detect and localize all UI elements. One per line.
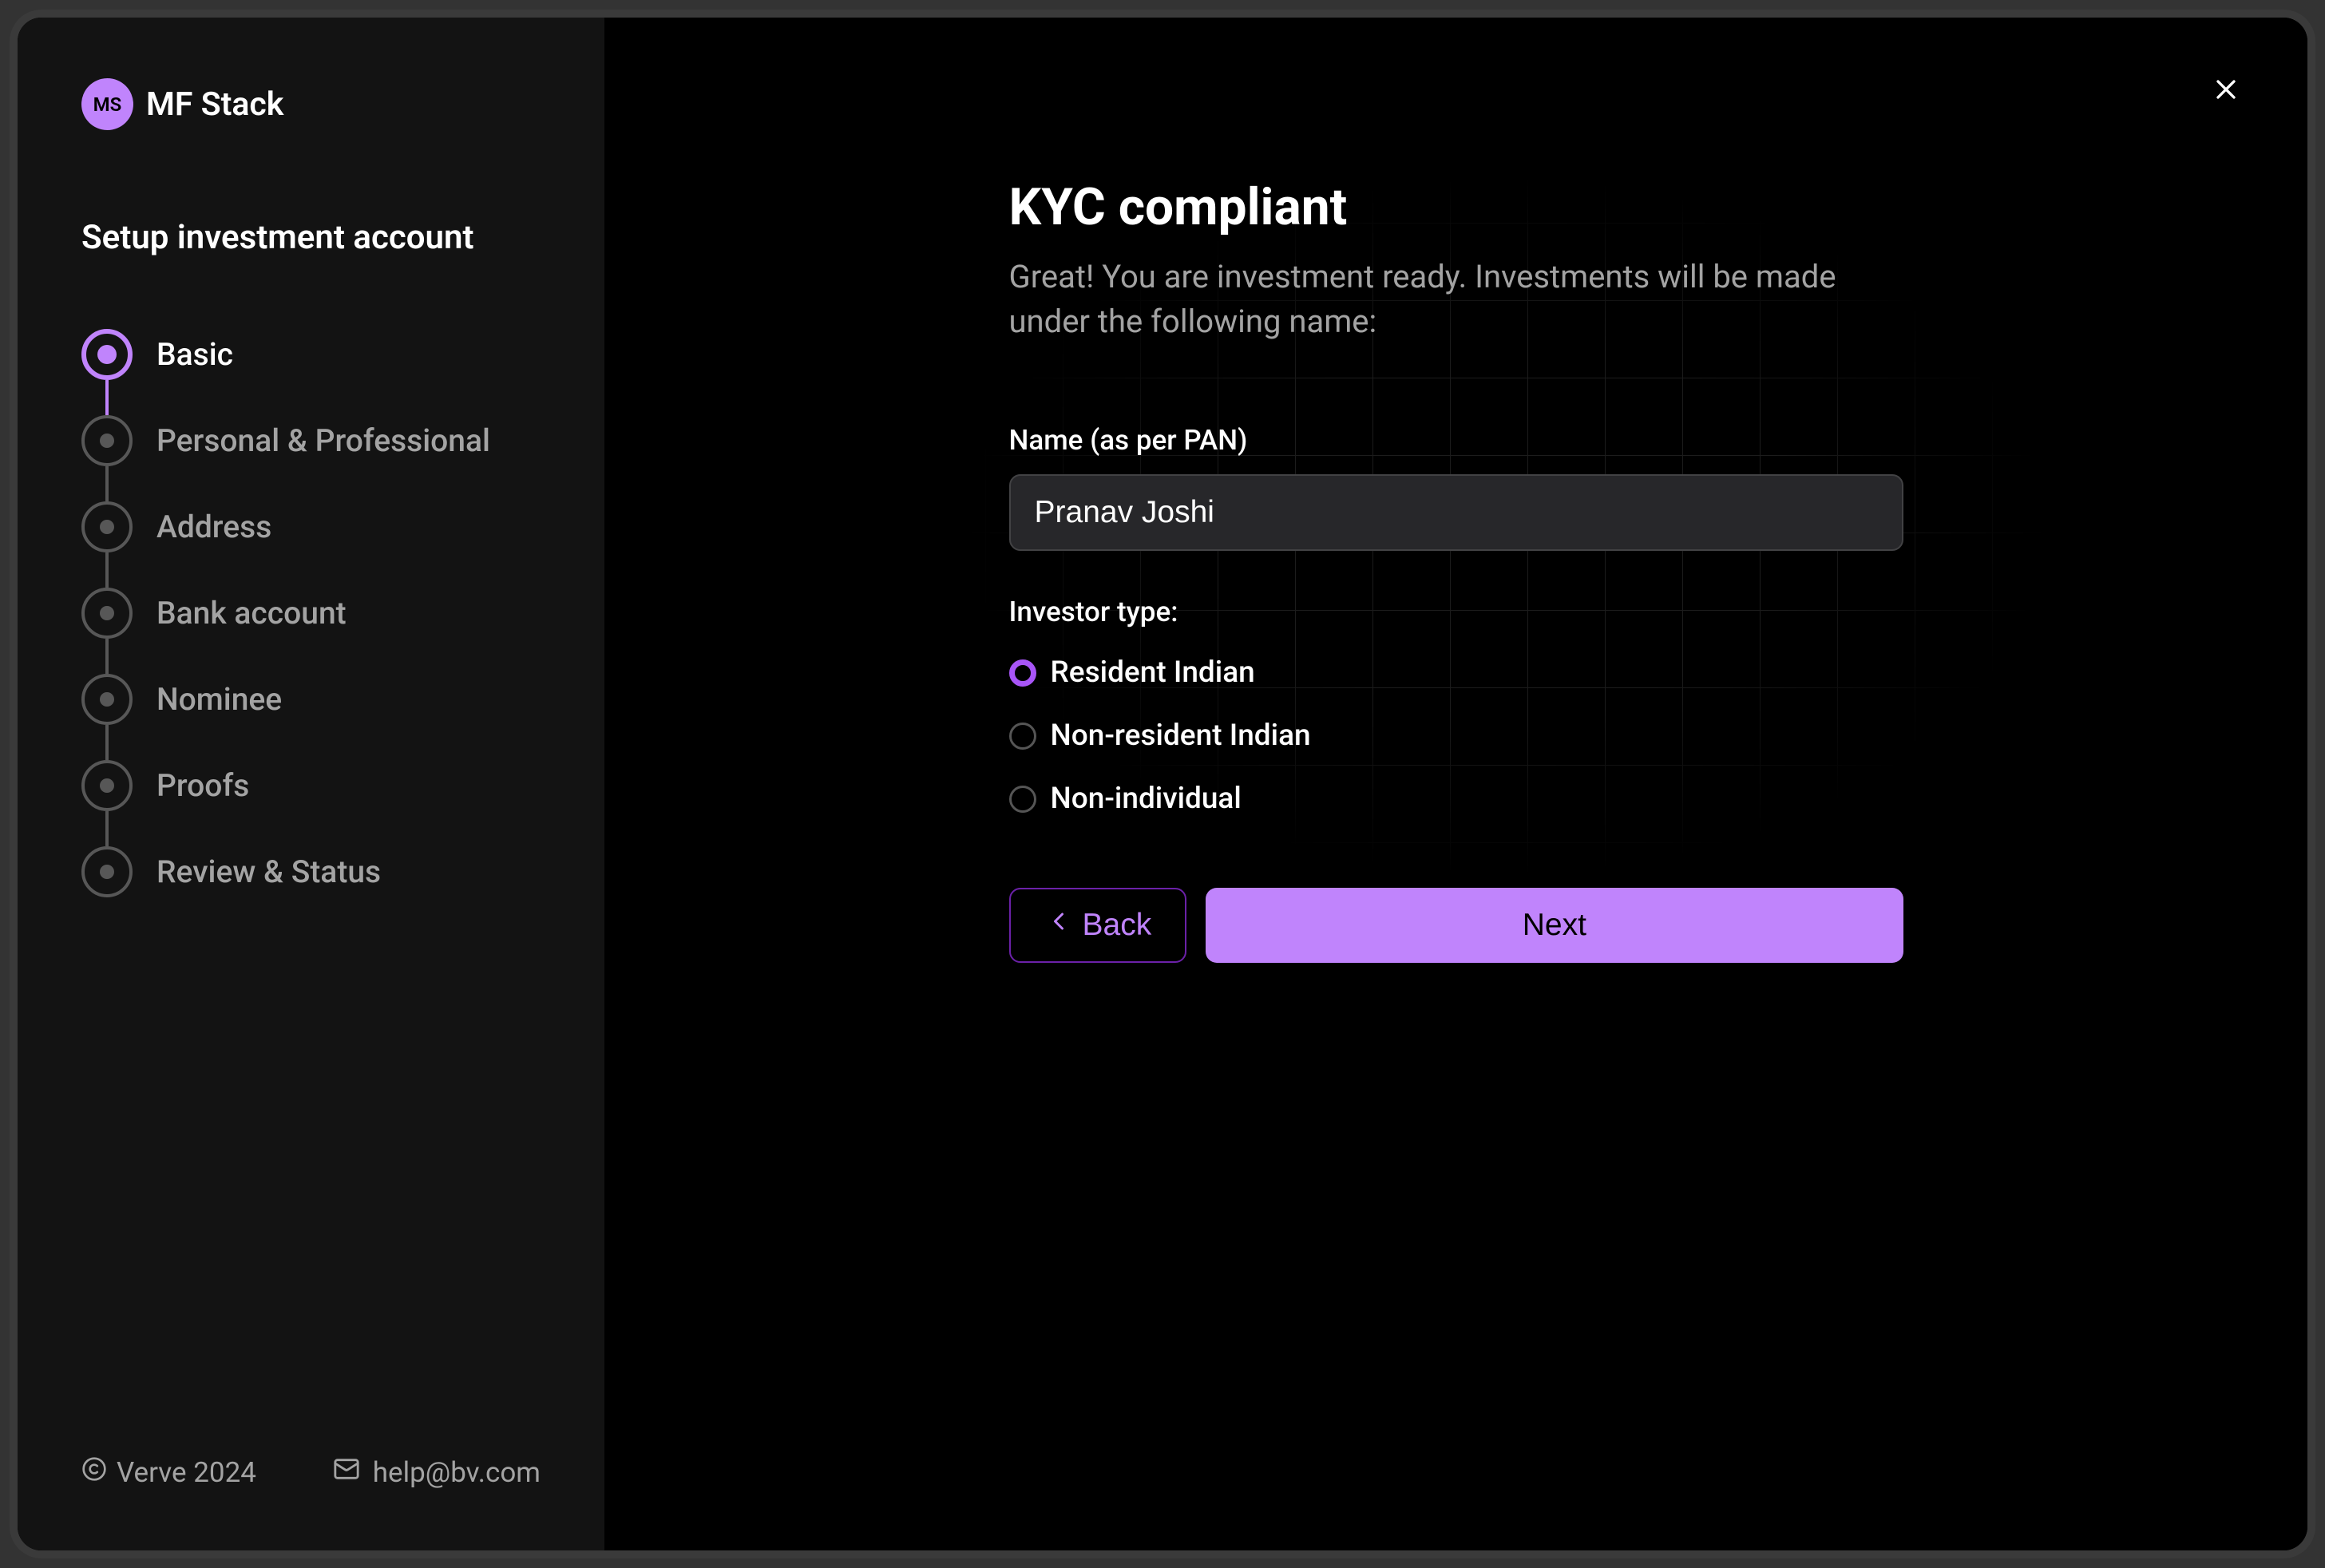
close-icon (2210, 73, 2242, 109)
step-indicator-icon (81, 329, 133, 380)
name-input[interactable] (1009, 474, 1903, 551)
copyright-text: Verve 2024 (117, 1456, 256, 1489)
radio-resident-indian[interactable]: Resident Indian (1009, 655, 1903, 690)
step-label: Nominee (156, 681, 282, 718)
radio-label: Non-resident Indian (1051, 719, 1311, 753)
step-indicator-icon (81, 415, 133, 466)
step-connector (105, 466, 109, 501)
radio-icon (1009, 723, 1036, 750)
back-button[interactable]: Back (1009, 888, 1187, 963)
logo: MS MF Stack (81, 78, 541, 130)
copyright-icon (81, 1456, 107, 1489)
step-indicator-icon (81, 501, 133, 552)
step-label: Review & Status (156, 853, 381, 890)
investor-type-group: Investor type: Resident Indian Non-resid… (1009, 596, 1903, 816)
radio-label: Resident Indian (1051, 655, 1255, 690)
logo-text: MF Stack (146, 85, 283, 124)
chevron-left-icon (1044, 907, 1073, 944)
step-proofs[interactable]: Proofs (81, 760, 541, 811)
step-connector (105, 811, 109, 846)
button-row: Back Next (1009, 888, 1903, 963)
sidebar-title: Setup investment account (81, 218, 541, 257)
step-indicator-icon (81, 588, 133, 639)
contact-email-text: help@bv.com (373, 1456, 541, 1489)
next-button-label: Next (1523, 908, 1586, 942)
step-indicator-icon (81, 846, 133, 897)
step-label: Personal & Professional (156, 422, 490, 459)
step-basic[interactable]: Basic (81, 329, 541, 380)
app-container: MS MF Stack Setup investment account Bas… (18, 18, 2307, 1550)
copyright: Verve 2024 (81, 1456, 256, 1489)
close-button[interactable] (2207, 72, 2245, 110)
step-label: Address (156, 509, 271, 545)
step-label: Bank account (156, 595, 347, 632)
step-bank-account[interactable]: Bank account (81, 588, 541, 639)
step-connector (105, 639, 109, 674)
step-nominee[interactable]: Nominee (81, 674, 541, 725)
logo-badge: MS (81, 78, 133, 130)
step-address[interactable]: Address (81, 501, 541, 552)
page-heading: KYC compliant (1009, 177, 1903, 237)
next-button[interactable]: Next (1206, 888, 1903, 963)
step-label: Basic (156, 336, 233, 373)
mail-icon (333, 1455, 360, 1490)
page-subheading: Great! You are investment ready. Investm… (1009, 255, 1903, 344)
step-personal-professional[interactable]: Personal & Professional (81, 415, 541, 466)
radio-icon (1009, 786, 1036, 813)
name-field-group: Name (as per PAN) (1009, 424, 1903, 551)
investor-type-label: Investor type: (1009, 596, 1903, 628)
sidebar: MS MF Stack Setup investment account Bas… (18, 18, 604, 1550)
steps-list: Basic Personal & Professional Address Ba… (81, 329, 541, 897)
radio-icon (1009, 659, 1036, 687)
name-label: Name (as per PAN) (1009, 424, 1903, 457)
step-indicator-icon (81, 674, 133, 725)
step-review-status[interactable]: Review & Status (81, 846, 541, 897)
radio-label: Non-individual (1051, 782, 1242, 816)
radio-non-individual[interactable]: Non-individual (1009, 782, 1903, 816)
step-connector (105, 380, 109, 415)
step-connector (105, 725, 109, 760)
sidebar-footer: Verve 2024 help@bv.com (81, 1455, 541, 1490)
back-button-label: Back (1083, 908, 1152, 943)
step-indicator-icon (81, 760, 133, 811)
contact-email[interactable]: help@bv.com (333, 1455, 541, 1490)
main-content: KYC compliant Great! You are investment … (604, 18, 2307, 1550)
step-connector (105, 552, 109, 588)
radio-non-resident-indian[interactable]: Non-resident Indian (1009, 719, 1903, 753)
step-label: Proofs (156, 767, 249, 804)
